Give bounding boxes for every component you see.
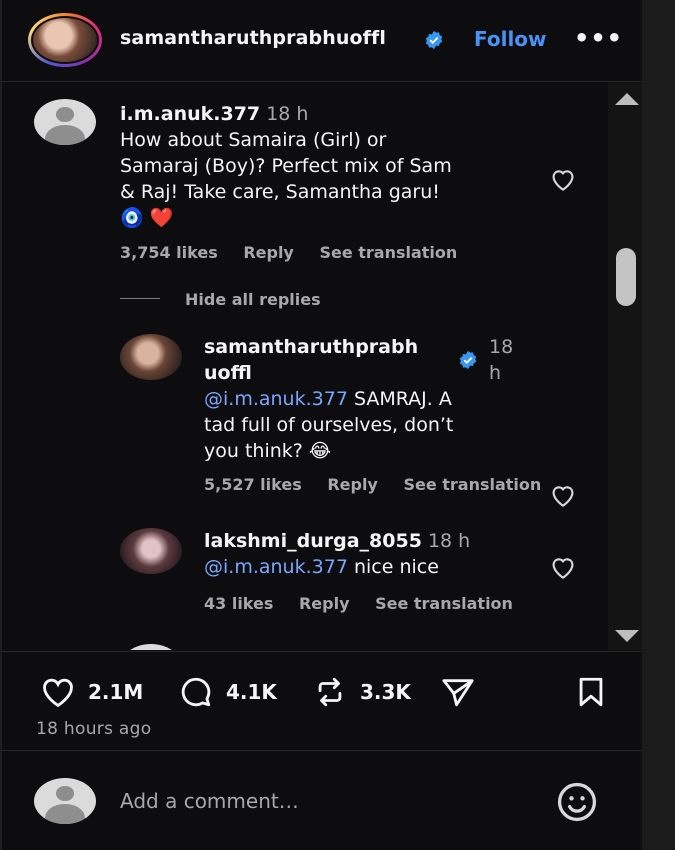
comment-body: i.m.anuk.377 18 h How about Samaira (Gir… [120,101,540,231]
reply-meta: 5,527 likes Reply See translation [204,475,561,494]
reply-button[interactable]: Reply [299,594,350,613]
reply-text: SAMRAJ. A [347,388,452,410]
comment-time: 18 h [266,103,309,125]
reply-username[interactable]: lakshmi_durga_8055 [204,530,422,552]
post-panel: samantharuthprabhuoffl Follow ••• i.m.an… [2,0,644,850]
see-translation-button[interactable]: See translation [375,594,513,613]
repost-icon[interactable] [308,675,352,709]
follow-button[interactable]: Follow [474,27,547,51]
bookmark-icon[interactable] [572,675,610,709]
verified-badge-icon [425,30,443,50]
add-comment-input[interactable] [120,789,520,813]
current-user-avatar [34,778,96,824]
author-username[interactable]: samantharuthprabhuoffl [120,27,386,49]
background-strip [642,0,675,850]
reply-avatar[interactable] [120,528,182,574]
commenter-avatar[interactable] [34,99,96,145]
comments-scrollbar[interactable] [608,83,644,650]
scroll-up-arrow-icon[interactable] [615,93,639,105]
reply-text: you think? 😂 [204,440,332,462]
heart-icon[interactable] [36,675,80,709]
comment-text-line: Samaraj (Boy)? Perfect mix of Sam [120,155,452,177]
comment-text-line: How about Samaira (Girl) or [120,129,387,151]
reply-avatar[interactable] [120,334,182,380]
comment-username[interactable]: i.m.anuk.377 [120,103,260,125]
see-translation-button[interactable]: See translation [319,243,457,262]
repost-action[interactable]: 3.3K [308,675,411,709]
like-count: 2.1M [88,680,144,704]
send-paper-plane-icon[interactable] [436,675,480,709]
comments-list: i.m.anuk.377 18 h How about Samaira (Gir… [2,83,608,650]
reply-likes[interactable]: 43 likes [204,594,273,613]
verified-badge-icon [459,350,477,370]
reply-button[interactable]: Reply [327,475,378,494]
comment-emoji: 🧿 ❤️ [120,207,174,229]
reply-button[interactable]: Reply [243,243,294,262]
emoji-smiley-icon[interactable] [555,780,599,824]
share-action[interactable] [436,675,480,709]
mention-link[interactable]: @i.m.anuk.377 [204,556,348,578]
comment-text-line: & Raj! Take care, Samantha garu! [120,181,440,203]
see-translation-button[interactable]: See translation [403,475,541,494]
comment-count: 4.1K [226,680,277,704]
comment-action[interactable]: 4.1K [174,675,277,709]
reply-body: lakshmi_durga_8055 18 h @i.m.anuk.377 ni… [204,528,544,580]
post-header: samantharuthprabhuoffl Follow ••• [2,0,642,82]
comment-likes[interactable]: 3,754 likes [120,243,218,262]
repost-count: 3.3K [360,680,411,704]
comment-meta: 3,754 likes Reply See translation [120,243,477,262]
reply-body: samantharuthprabh uoffl @i.m.anuk.377 SA… [204,334,534,464]
like-heart-icon[interactable] [548,554,578,580]
reply-time: 18 h [427,530,471,552]
reply-username[interactable]: samantharuthprabh [204,336,418,358]
post-timestamp: 18 hours ago [36,719,152,739]
reply-text: tad full of ourselves, don’t [204,414,454,436]
reply-text: nice nice [347,556,439,578]
like-heart-icon[interactable] [548,166,578,192]
like-action[interactable]: 2.1M [36,675,143,709]
reply-username-cont[interactable]: uoffl [204,362,252,384]
replies-divider [120,298,160,299]
comment-bubble-icon[interactable] [174,675,218,709]
save-action[interactable] [572,675,610,709]
post-actions: 2.1M 4.1K 3.3K 18 hours ago [2,651,642,749]
more-options-icon[interactable]: ••• [574,24,623,52]
hide-replies-button[interactable]: Hide all replies [185,290,321,309]
reply-time: 18 h [489,336,514,384]
scroll-down-arrow-icon[interactable] [615,630,639,642]
author-avatar[interactable] [28,13,102,67]
reply-meta: 43 likes Reply See translation [204,594,533,613]
reply-likes[interactable]: 5,527 likes [204,475,302,494]
next-reply-avatar [120,644,182,650]
mention-link[interactable]: @i.m.anuk.377 [204,388,348,410]
add-comment-bar [2,750,642,850]
scrollbar-thumb[interactable] [616,248,636,306]
